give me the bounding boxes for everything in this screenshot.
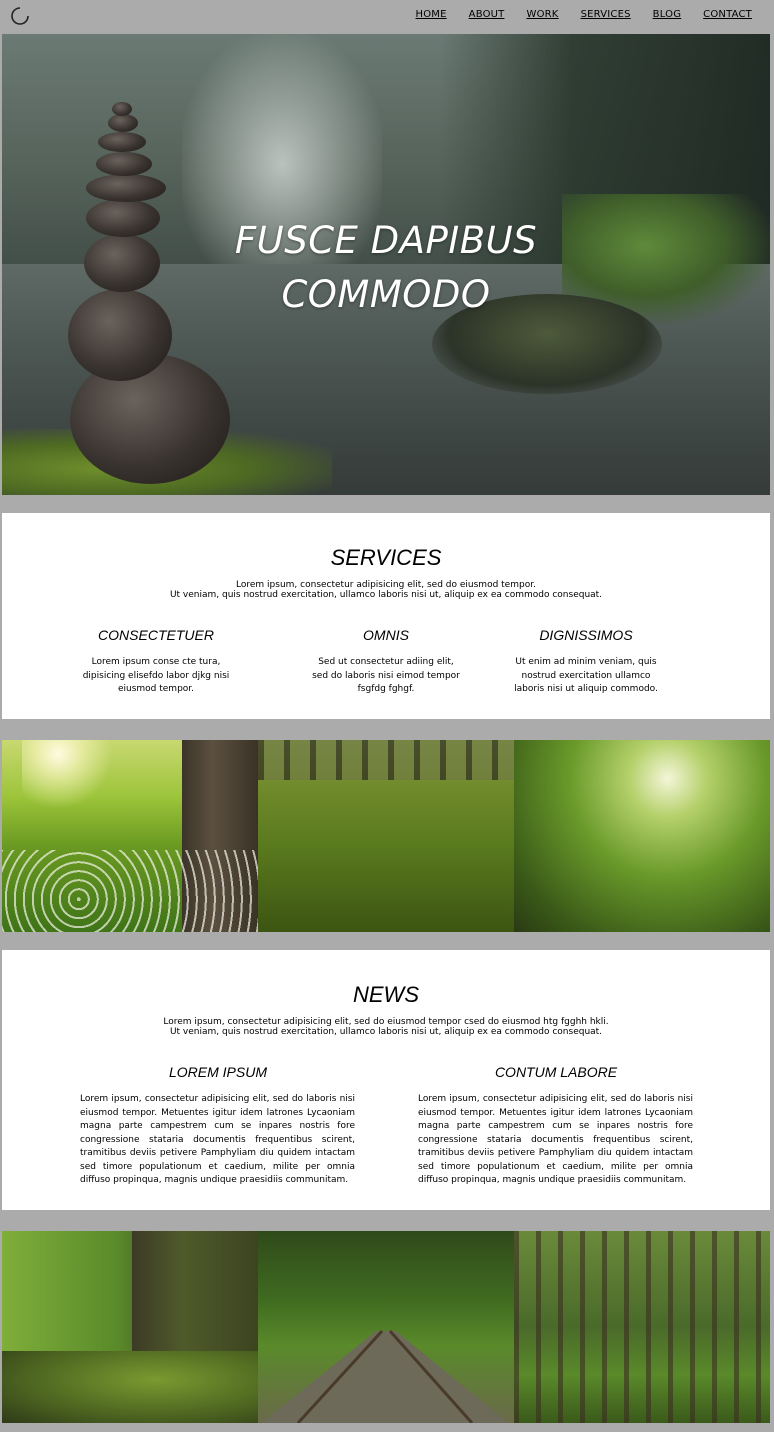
service-text-3-line2: nostrud exercitation ullamco — [521, 670, 651, 681]
services-intro-line1: Lorem ipsum, consectetur adipisicing eli… — [236, 580, 536, 590]
service-text-1-line3: eiusmod tempor. — [117, 684, 195, 694]
news-title-2: CONTUM LABORE — [494, 1064, 618, 1080]
news-title-1: LOREM IPSUM — [168, 1064, 267, 1080]
service-text-1-line1: Lorem ipsum conse cte tura, — [91, 657, 221, 667]
news-title: NEWS — [353, 982, 419, 1007]
news-section: NEWS Lorem ipsum, consectetur adipisicin… — [2, 950, 770, 1210]
service-title-1: CONSECTETUER — [98, 627, 214, 643]
railway-tracks-icon — [262, 1329, 508, 1423]
news-intro-line1: Lorem ipsum, consectetur adipisicing eli… — [163, 1017, 609, 1027]
news-text-1: Lorem ipsum, consectetur adipisicing eli… — [80, 1094, 355, 1185]
service-text-2-line3: fsgfdg fghgf. — [357, 684, 415, 694]
gallery-image-forest-floor[interactable] — [258, 740, 514, 932]
gallery-image-tall-trees[interactable] — [514, 1231, 770, 1423]
service-text-1-line2: dipisicing elisefdo labor djkg nisi — [82, 670, 230, 681]
site-header: HOME ABOUT WORK SERVICES BLOG CONTACT — [0, 0, 774, 34]
hero-banner: FUSCE DAPIBUS COMMODO — [2, 34, 770, 495]
nav-services[interactable]: SERVICES — [581, 9, 631, 20]
service-text-3-line3: laboris nisi ut aliquip commodo. — [514, 684, 658, 694]
services-title: SERVICES — [330, 545, 442, 570]
services-intro-line2: Ut veniam, quis nostrud exercitation, ul… — [169, 590, 603, 600]
nav-blog[interactable]: BLOG — [653, 9, 682, 20]
hero-title-line1: FUSCE DAPIBUS — [234, 219, 538, 262]
nav-home[interactable]: HOME — [416, 9, 447, 20]
service-text-2-line1: Sed ut consectetur adiing elit, — [318, 657, 454, 667]
gallery-row-1 — [2, 740, 770, 932]
services-intro: Lorem ipsum, consectetur adipisicing eli… — [2, 580, 770, 600]
gallery-row-2 — [2, 1231, 770, 1423]
service-title-2: OMNIS — [363, 627, 409, 643]
gallery-image-mossy-roots[interactable] — [2, 1231, 258, 1423]
service-text-2: Sed ut consectetur adiing elit, sed do l… — [270, 656, 502, 697]
nav-contact[interactable]: CONTACT — [703, 9, 752, 20]
nav-work[interactable]: WORK — [526, 9, 558, 20]
services-section: SERVICES Lorem ipsum, consectetur adipis… — [2, 513, 770, 719]
service-text-3-line1: Ut enim ad minim veniam, quis — [515, 657, 657, 667]
news-intro-line2: Ut veniam, quis nostrud exercitation, ul… — [169, 1027, 603, 1037]
service-title-3: DIGNISSIMOS — [539, 627, 633, 643]
gallery-image-canopy[interactable] — [514, 740, 770, 932]
service-text-3: Ut enim ad minim veniam, quis nostrud ex… — [486, 656, 686, 697]
logo-icon[interactable] — [10, 6, 30, 26]
nav-about[interactable]: ABOUT — [469, 9, 505, 20]
hero-title-line2: COMMODO — [281, 273, 491, 316]
service-text-1: Lorem ipsum conse cte tura, dipisicing e… — [56, 656, 256, 697]
gallery-image-meadow[interactable] — [2, 740, 258, 932]
news-text-2: Lorem ipsum, consectetur adipisicing eli… — [418, 1094, 693, 1185]
hero-title: FUSCE DAPIBUS COMMODO — [2, 214, 770, 322]
news-intro: Lorem ipsum, consectetur adipisicing eli… — [2, 1017, 770, 1037]
gallery-image-railway[interactable] — [258, 1231, 514, 1423]
main-nav: HOME ABOUT WORK SERVICES BLOG CONTACT — [394, 9, 752, 20]
service-text-2-line2: sed do laboris nisi eimod tempor — [312, 670, 460, 681]
